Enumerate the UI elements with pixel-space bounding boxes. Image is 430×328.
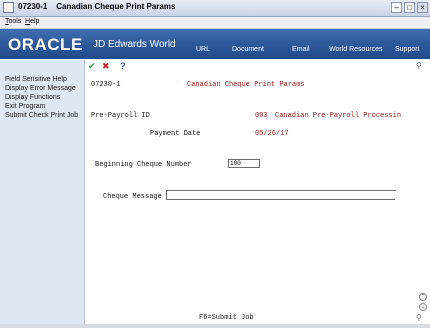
menu-tools[interactable]: Tools [5, 18, 21, 25]
program-id: 07230-1 [91, 81, 121, 89]
link-email[interactable]: Email [292, 46, 310, 53]
cancel-icon[interactable]: ✖ [102, 62, 110, 71]
product-name: JD Edwards World [93, 39, 176, 50]
pre-payroll-label: Pre-Payroll ID [91, 112, 150, 120]
link-url[interactable]: URL [196, 46, 210, 53]
pre-payroll-description: Canadian Pre-Payroll Processin [275, 112, 402, 120]
header-banner: ORACLE JD Edwards World URL Document Ema… [0, 29, 430, 59]
payment-date-label: Payment Date [150, 130, 201, 138]
status-bar [0, 324, 430, 328]
search-icon[interactable]: ⚲ [416, 61, 422, 70]
function-key-hint: F6=Submit Job [199, 314, 254, 322]
oracle-logo: ORACLE [8, 35, 83, 54]
menu-bar: Tools Help [0, 17, 430, 29]
scroll-up-icon[interactable]: ⌃ [419, 293, 427, 301]
minimize-icon[interactable]: – [391, 2, 402, 13]
exit-exit-program[interactable]: Exit Program [5, 103, 45, 110]
beginning-cheque-input[interactable]: 100 [228, 159, 260, 168]
pre-payroll-code: 003 [255, 112, 268, 120]
payment-date-value: 05/26/17 [255, 130, 289, 138]
window-title: 07230-1 Canadian Cheque Print Params [18, 2, 176, 11]
close-icon[interactable]: × [417, 2, 428, 13]
cheque-message-label: Cheque Message [103, 193, 162, 201]
check-icon[interactable]: ✔ [88, 62, 96, 71]
cheque-message-input[interactable] [166, 191, 395, 200]
link-support[interactable]: Support [395, 46, 420, 53]
link-world-resources[interactable]: World Resources [329, 46, 383, 53]
beginning-cheque-label: Beginning Cheque Number [95, 161, 192, 169]
form-title: Canadian Cheque Print Params [187, 81, 305, 89]
link-document[interactable]: Document [232, 46, 264, 53]
exit-display-error-message[interactable]: Display Error Message [5, 85, 76, 92]
menu-help[interactable]: Help [25, 18, 39, 25]
exit-submit-check-print-job[interactable]: Submit Check Print Job [5, 112, 78, 119]
search-bottom-icon[interactable]: ⚲ [416, 313, 422, 322]
title-bar: 07230-1 Canadian Cheque Print Params – □… [0, 0, 430, 17]
maximize-icon[interactable]: □ [404, 2, 415, 13]
exit-display-functions[interactable]: Display Functions [5, 94, 60, 101]
app-icon [3, 2, 14, 13]
help-icon[interactable]: ? [120, 62, 126, 71]
exit-field-sensitive-help[interactable]: Field Sensitive Help [5, 76, 67, 83]
sidebar-exits: Field Sensitive Help Display Error Messa… [0, 60, 85, 324]
scroll-down-icon[interactable]: ⌄ [419, 303, 427, 311]
